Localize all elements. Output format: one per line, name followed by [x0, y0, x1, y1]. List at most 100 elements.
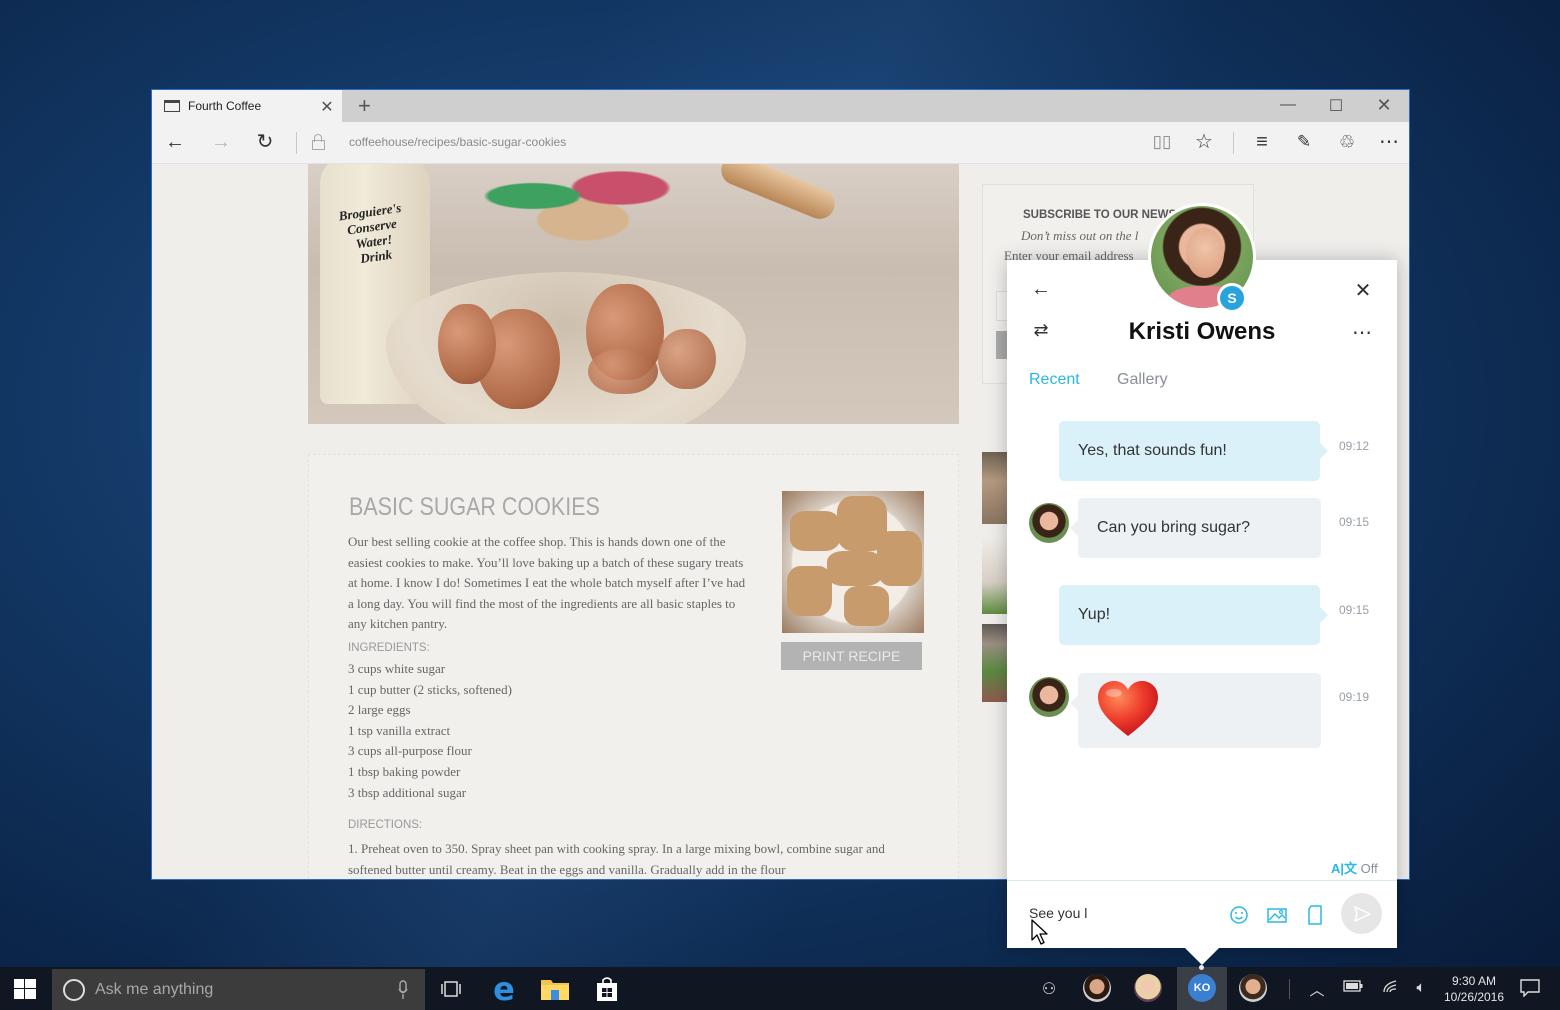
- volume-icon[interactable]: 🔈︎: [1410, 979, 1432, 996]
- wifi-icon[interactable]: [1380, 979, 1400, 997]
- heart-emoji-icon: [1098, 681, 1158, 736]
- hub-icon[interactable]: ≡: [1249, 130, 1275, 154]
- favorite-star-icon[interactable]: ☆: [1191, 130, 1217, 154]
- translator-status: Off: [1360, 861, 1378, 876]
- ingredient-item: 1 cup butter (2 sticks, softened): [348, 681, 512, 697]
- tab-page-icon: [164, 100, 180, 112]
- action-center-icon[interactable]: [1518, 979, 1542, 1001]
- image-icon[interactable]: [1265, 903, 1289, 927]
- store-bag-icon: [597, 976, 617, 1001]
- battery-icon[interactable]: [1342, 979, 1364, 996]
- chat-panel-pointer: [1184, 947, 1220, 965]
- compose-divider: [1007, 880, 1397, 881]
- print-recipe-button[interactable]: PRINT RECIPE: [781, 642, 922, 670]
- address-bar[interactable]: coffeehouse/recipes/basic-sugar-cookies: [349, 135, 566, 149]
- file-explorer-button[interactable]: [531, 967, 579, 1010]
- cookie-shape: [790, 511, 840, 551]
- system-clock[interactable]: 9:30 AM 10/26/2016: [1440, 973, 1508, 1005]
- skype-logo-icon: S: [1220, 286, 1244, 310]
- newsletter-title: SUBSCRIBE TO OUR NEWS: [1023, 209, 1177, 221]
- directions-label: DIRECTIONS:: [348, 819, 423, 831]
- ingredient-item: 1 tbsp baking powder: [348, 763, 461, 779]
- cookie-shape: [877, 531, 922, 586]
- chevron-up-icon[interactable]: ︿: [1308, 979, 1326, 1000]
- message-time: 09:19: [1339, 690, 1370, 704]
- ingredient-item: 1 tsp vanilla extract: [348, 722, 451, 738]
- toolbar-divider: [1233, 132, 1234, 154]
- send-button[interactable]: [1341, 893, 1382, 934]
- ingredient-item: 3 cups all-purpose flour: [348, 743, 472, 759]
- folder-icon: [541, 979, 569, 1000]
- web-note-icon[interactable]: ✎: [1291, 130, 1317, 154]
- message-text: Yes, that sounds fun!: [1078, 442, 1227, 459]
- contact-avatar[interactable]: [1029, 677, 1069, 717]
- contact-name: Kristi Owens: [1128, 318, 1276, 345]
- reading-view-icon[interactable]: ▯▯: [1149, 130, 1175, 154]
- back-arrow-icon[interactable]: ←: [162, 130, 188, 154]
- browser-tab[interactable]: Fourth Coffee ✕: [152, 90, 342, 122]
- translator-toggle[interactable]: A|文 Off: [1331, 858, 1378, 877]
- ingredient-item: 2 large eggs: [348, 702, 411, 718]
- skype-chat-panel: ← ✕ ⇄ ⋯ Kristi Owens Recent Gallery Yes,…: [1007, 260, 1397, 948]
- navigation-toolbar: ← → ↻ coffeehouse/recipes/basic-sugar-co…: [152, 122, 1409, 164]
- taskbar: Ask me anything e ⚇ KO ︿ 🔈︎ 9:30 AM 10/2…: [0, 965, 1560, 1010]
- cookie-shape: [844, 586, 889, 626]
- recipe-card: BASIC SUGAR COOKIES Our best selling coo…: [308, 454, 959, 879]
- windows-start-icon[interactable]: [14, 979, 36, 999]
- forward-arrow-icon[interactable]: →: [208, 130, 234, 154]
- share-icon[interactable]: ♲: [1334, 130, 1360, 154]
- ingredient-item: 3 tbsp additional sugar: [348, 784, 467, 800]
- ingredient-item: 3 cups white sugar: [348, 661, 446, 676]
- close-window-icon[interactable]: ✕: [1374, 95, 1394, 116]
- message-input[interactable]: [1029, 903, 1209, 923]
- file-icon[interactable]: [1303, 903, 1327, 927]
- pinned-contact-avatar[interactable]: [1083, 974, 1111, 1002]
- tab-title: Fourth Coffee: [188, 99, 262, 113]
- edge-icon: e: [493, 969, 515, 1008]
- message-bubble-outgoing[interactable]: Yup!: [1059, 585, 1328, 645]
- hero-image-eggs: Broguiere's Conserve Water! Drink: [308, 164, 959, 424]
- message-bubble-incoming[interactable]: [1070, 673, 1321, 748]
- close-icon[interactable]: ✕: [1349, 278, 1377, 303]
- message-bubble-outgoing[interactable]: Yes, that sounds fun!: [1059, 421, 1328, 481]
- back-arrow-icon[interactable]: ←: [1027, 278, 1055, 301]
- message-time: 09:12: [1339, 439, 1370, 453]
- hero-egg: [438, 304, 496, 384]
- hero-eggshell: [588, 349, 658, 394]
- minimize-icon[interactable]: —: [1278, 96, 1298, 114]
- refresh-icon[interactable]: ↻: [252, 130, 278, 154]
- skype-presence-badge: S: [1217, 283, 1247, 313]
- message-time: 09:15: [1339, 603, 1370, 617]
- tab-recent[interactable]: Recent: [1029, 371, 1080, 389]
- maximize-icon[interactable]: ☐: [1326, 96, 1346, 116]
- pinned-contact-avatar[interactable]: [1239, 974, 1267, 1002]
- lock-icon: [312, 134, 325, 150]
- cortana-search-box[interactable]: Ask me anything: [52, 969, 425, 1010]
- people-icon[interactable]: ⚇: [1038, 979, 1060, 999]
- tray-divider: [1289, 979, 1290, 999]
- microphone-icon[interactable]: [398, 980, 408, 1000]
- mouse-cursor-icon: [1031, 919, 1048, 945]
- edge-app-button[interactable]: e: [480, 967, 528, 1010]
- newsletter-subtitle: Don’t miss out on the l: [1021, 228, 1139, 243]
- more-icon[interactable]: ⋯: [1376, 130, 1402, 154]
- new-tab-plus-icon[interactable]: +: [358, 93, 371, 119]
- emoji-icon[interactable]: [1227, 903, 1251, 927]
- cortana-icon: [63, 978, 85, 1001]
- task-view-button[interactable]: [427, 967, 475, 1010]
- hero-eggshell: [658, 329, 716, 389]
- store-app-button[interactable]: [583, 967, 631, 1010]
- cookie-shape: [787, 566, 832, 616]
- close-tab-icon[interactable]: ✕: [318, 97, 336, 117]
- active-indicator: [1199, 965, 1204, 970]
- contact-avatar[interactable]: [1029, 503, 1069, 543]
- message-time: 09:15: [1339, 515, 1370, 529]
- message-bubble-incoming[interactable]: Can you bring sugar?: [1070, 498, 1321, 558]
- search-placeholder: Ask me anything: [95, 980, 214, 998]
- cookies-photo: [782, 491, 924, 633]
- tab-gallery[interactable]: Gallery: [1117, 371, 1168, 389]
- pinned-contact-avatar[interactable]: [1134, 974, 1162, 1002]
- pinned-contact-kristi-owens[interactable]: KO: [1188, 974, 1216, 1002]
- message-text: Can you bring sugar?: [1097, 519, 1250, 536]
- send-icon: [1353, 905, 1371, 922]
